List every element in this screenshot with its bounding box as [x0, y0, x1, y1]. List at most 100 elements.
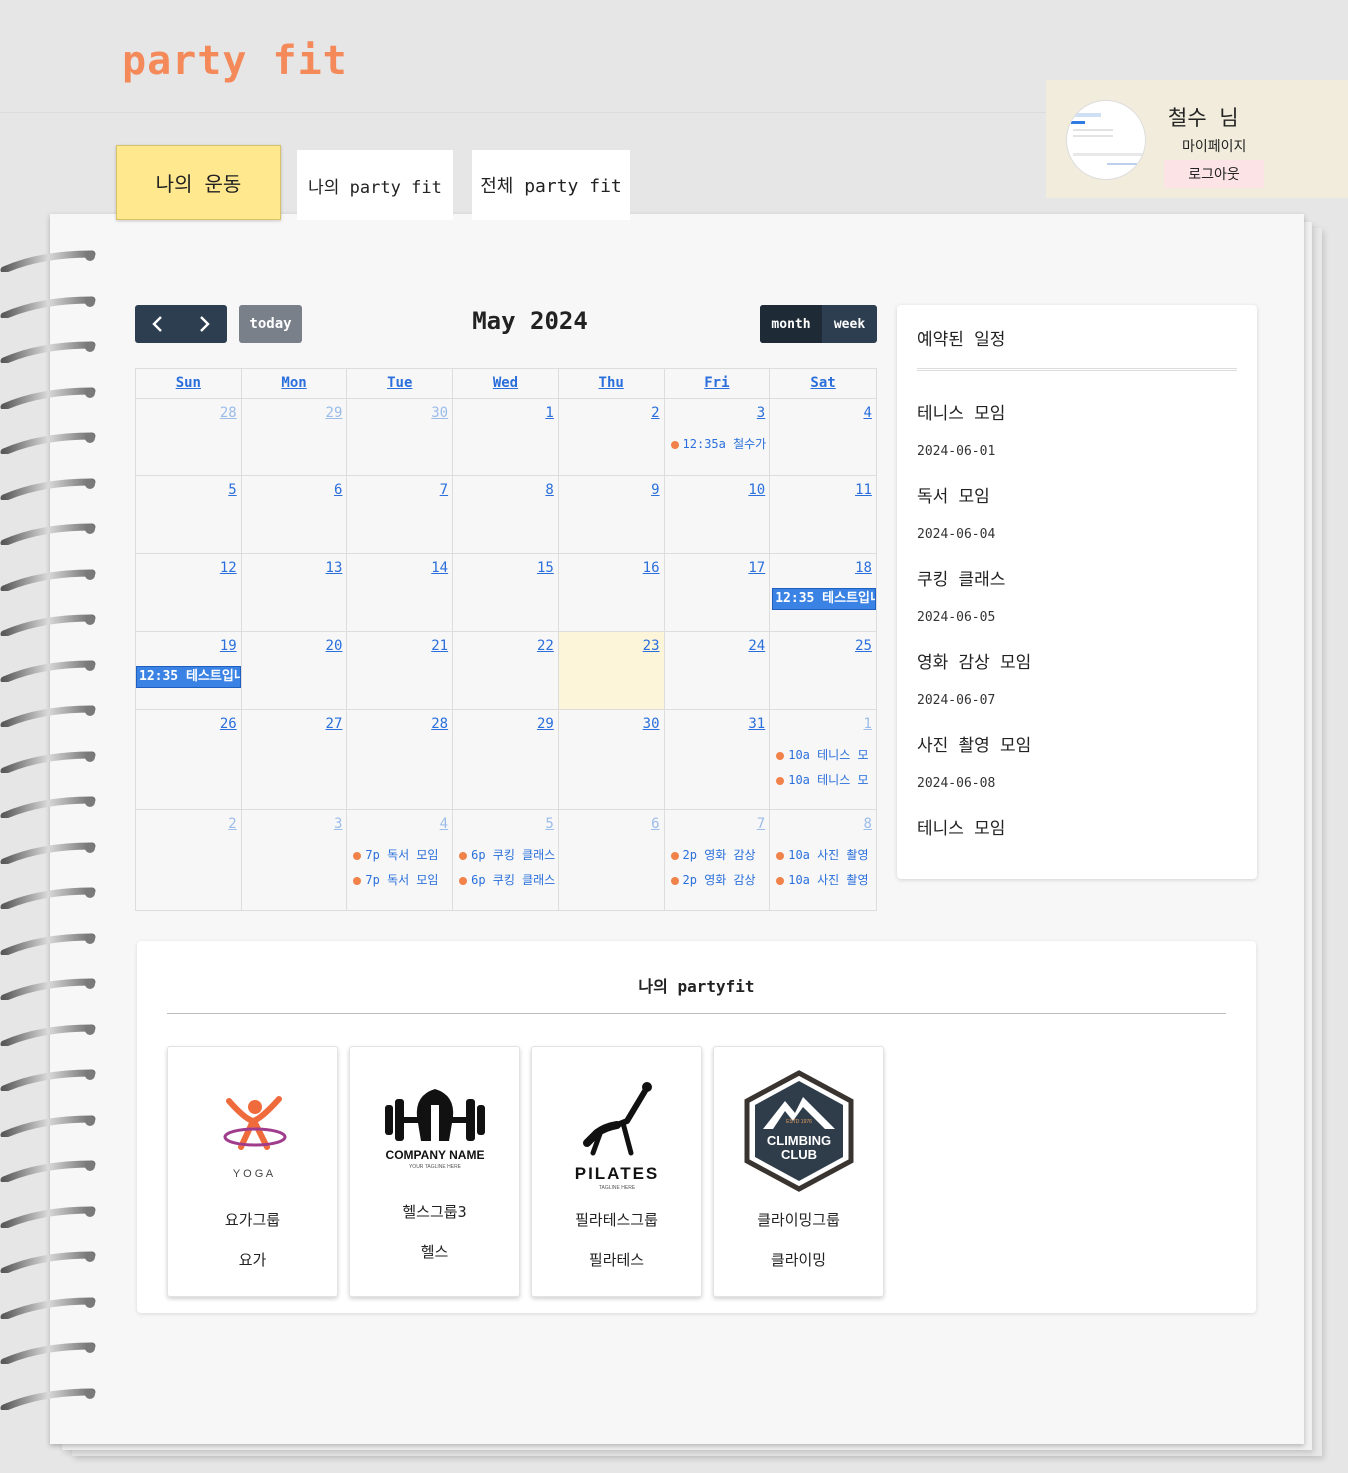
day-number[interactable]: 31 [748, 716, 765, 732]
calendar-day-cell[interactable]: 30 [559, 710, 665, 809]
calendar-event-bar[interactable]: 12:35 테스트입니 [136, 666, 241, 688]
day-number[interactable]: 18 [855, 560, 872, 576]
day-number[interactable]: 7 [440, 482, 448, 498]
day-number[interactable]: 4 [440, 816, 448, 832]
calendar-day-cell[interactable]: 1 10a 테니스 모 10a 테니스 모 [770, 710, 876, 809]
calendar-event[interactable]: 6p 쿠킹 클래스 [459, 846, 555, 863]
calendar-day-cell[interactable]: 5 [136, 476, 242, 553]
weekday-label[interactable]: Sun [136, 369, 242, 398]
calendar-day-cell[interactable]: 12 [136, 554, 242, 631]
logout-button[interactable]: 로그아웃 [1164, 160, 1264, 188]
calendar-day-cell[interactable]: 3 12:35a 철수가 [665, 399, 771, 475]
calendar-day-cell[interactable]: 3 [242, 810, 348, 910]
calendar-day-cell[interactable]: 30 [347, 399, 454, 475]
calendar-day-cell[interactable]: 10 [665, 476, 771, 553]
day-number[interactable]: 3 [757, 405, 765, 421]
day-number[interactable]: 26 [220, 716, 237, 732]
calendar-day-cell[interactable]: 8 10a 사진 촬영 10a 사진 촬영 [770, 810, 876, 910]
day-number[interactable]: 23 [643, 638, 660, 654]
day-number[interactable]: 2 [228, 816, 236, 832]
calendar-day-cell[interactable]: 4 7p 독서 모임 7p 독서 모임 [347, 810, 454, 910]
day-number[interactable]: 25 [855, 638, 872, 654]
calendar-day-cell[interactable]: 25 [770, 632, 876, 709]
calendar-day-cell[interactable]: 29 [242, 399, 348, 475]
partyfit-card[interactable]: COMPANY NAME YOUR TAGLINE HERE 헬스그룹3 헬스 [349, 1046, 520, 1297]
calendar-day-cell[interactable]: 28 [347, 710, 454, 809]
avatar[interactable] [1066, 100, 1146, 180]
calendar-day-cell[interactable]: 22 [453, 632, 559, 709]
upcoming-item[interactable]: 테니스 모임 2024-06-01 [917, 399, 1005, 459]
day-number[interactable]: 14 [431, 560, 448, 576]
calendar-event[interactable]: 12:35a 철수가 [671, 435, 767, 452]
tab-my-exercise[interactable]: 나의 운동 [116, 145, 281, 220]
calendar-day-cell[interactable]: 17 [665, 554, 771, 631]
day-number[interactable]: 19 [220, 638, 237, 654]
calendar-day-cell[interactable]: 9 [559, 476, 665, 553]
calendar-day-cell[interactable]: 27 [242, 710, 348, 809]
day-number[interactable]: 20 [326, 638, 343, 654]
upcoming-item[interactable]: 영화 감상 모임 2024-06-07 [917, 648, 1031, 708]
calendar-day-cell[interactable]: 21 [347, 632, 454, 709]
day-number[interactable]: 1 [545, 405, 553, 421]
upcoming-item[interactable]: 쿠킹 클래스 2024-06-05 [917, 565, 1005, 625]
calendar-day-cell-today[interactable]: 23 [558, 632, 665, 709]
partyfit-card[interactable]: PILATES TAGLINE HERE 필라테스그룹 필라테스 [531, 1046, 702, 1297]
calendar-event[interactable]: 2p 영화 감상 [671, 846, 767, 863]
calendar-day-cell[interactable]: 31 [665, 710, 771, 809]
day-number[interactable]: 24 [748, 638, 765, 654]
day-number[interactable]: 17 [748, 560, 765, 576]
calendar-event-bar[interactable]: 12:35 테스트입니 [772, 588, 876, 610]
week-view-button[interactable]: week [822, 305, 877, 343]
mypage-link[interactable]: 마이페이지 [1182, 136, 1246, 156]
day-number[interactable]: 21 [431, 638, 448, 654]
day-number[interactable]: 6 [334, 482, 342, 498]
day-number[interactable]: 5 [228, 482, 236, 498]
app-logo[interactable]: party fit [122, 38, 348, 84]
calendar-day-cell[interactable]: 11 [770, 476, 876, 553]
day-number[interactable]: 3 [334, 816, 342, 832]
prev-month-button[interactable] [135, 305, 181, 343]
tab-all-partyfit[interactable]: 전체 party fit [472, 150, 630, 220]
weekday-label[interactable]: Fri [665, 369, 771, 398]
calendar-event[interactable]: 10a 테니스 모 [776, 746, 872, 763]
calendar-event[interactable]: 2p 영화 감상 [671, 871, 767, 888]
calendar-day-cell[interactable]: 1 [453, 399, 559, 475]
day-number[interactable]: 2 [651, 405, 659, 421]
calendar-day-cell[interactable]: 2 [559, 399, 665, 475]
calendar-event[interactable]: 7p 독서 모임 [353, 846, 449, 863]
day-number[interactable]: 29 [537, 716, 554, 732]
calendar-day-cell[interactable]: 5 6p 쿠킹 클래스 6p 쿠킹 클래스 [453, 810, 559, 910]
day-number[interactable]: 12 [220, 560, 237, 576]
calendar-event[interactable]: 10a 사진 촬영 [776, 846, 872, 863]
weekday-label[interactable]: Sat [770, 369, 876, 398]
calendar-day-cell[interactable]: 26 [136, 710, 242, 809]
calendar-day-cell[interactable]: 2 [136, 810, 242, 910]
day-number[interactable]: 27 [326, 716, 343, 732]
day-number[interactable]: 30 [431, 405, 448, 421]
calendar-day-cell[interactable]: 4 [770, 399, 876, 475]
day-number[interactable]: 30 [643, 716, 660, 732]
day-number[interactable]: 29 [326, 405, 343, 421]
day-number[interactable]: 6 [651, 816, 659, 832]
weekday-label[interactable]: Wed [453, 369, 559, 398]
upcoming-item[interactable]: 독서 모임 2024-06-04 [917, 482, 995, 542]
calendar-day-cell[interactable]: 8 [453, 476, 559, 553]
calendar-day-cell[interactable]: 6 [242, 476, 348, 553]
calendar-day-cell[interactable]: 18 12:35 테스트입니 [770, 554, 876, 631]
day-number[interactable]: 4 [863, 405, 871, 421]
day-number[interactable]: 16 [643, 560, 660, 576]
upcoming-item[interactable]: 사진 촬영 모임 2024-06-08 [917, 731, 1031, 791]
calendar-event[interactable]: 7p 독서 모임 [353, 871, 449, 888]
calendar-day-cell[interactable]: 16 [559, 554, 665, 631]
month-view-button[interactable]: month [760, 305, 822, 343]
day-number[interactable]: 7 [757, 816, 765, 832]
weekday-label[interactable]: Thu [559, 369, 665, 398]
calendar-day-cell[interactable]: 24 [665, 632, 771, 709]
day-number[interactable]: 8 [545, 482, 553, 498]
calendar-day-cell[interactable]: 19 12:35 테스트입니 [136, 632, 242, 709]
day-number[interactable]: 11 [855, 482, 872, 498]
weekday-label[interactable]: Mon [242, 369, 348, 398]
calendar-day-cell[interactable]: 7 2p 영화 감상 2p 영화 감상 [665, 810, 771, 910]
calendar-day-cell[interactable]: 7 [347, 476, 454, 553]
day-number[interactable]: 5 [545, 816, 553, 832]
